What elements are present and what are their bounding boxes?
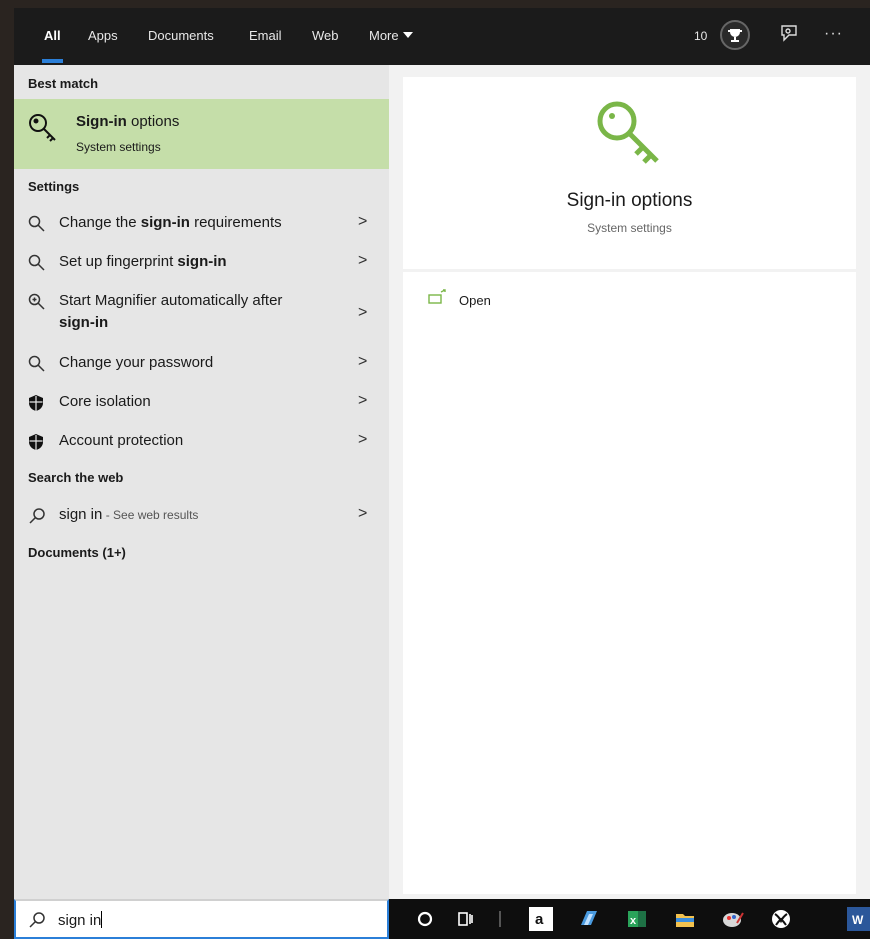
file-explorer-icon[interactable] <box>673 907 697 931</box>
taskbar-divider <box>499 911 501 927</box>
section-search-web: Search the web <box>28 470 124 485</box>
settings-item-label: Set up fingerprint sign-in <box>59 253 227 270</box>
settings-item-fingerprint[interactable]: Set up fingerprint sign-in > <box>14 243 389 282</box>
chevron-right-icon: > <box>358 392 368 409</box>
chevron-right-icon: > <box>358 353 368 370</box>
preview-panel: Sign-in options System settings Open <box>389 65 870 899</box>
settings-item-signin-requirements[interactable]: Change the sign-in requirements > <box>14 204 389 243</box>
chevron-right-icon: > <box>358 252 368 269</box>
svg-text:a: a <box>535 911 544 928</box>
preview-subtitle: System settings <box>587 221 672 235</box>
svg-text:x: x <box>630 915 637 927</box>
magnifier-zoom-icon <box>28 293 46 316</box>
results-panel: Best match Sign-in options System settin… <box>14 65 389 899</box>
settings-item-label: Account protection <box>59 432 184 449</box>
amazon-icon[interactable]: a <box>529 907 553 931</box>
tab-email[interactable]: Email <box>249 28 282 43</box>
settings-item-account-protection[interactable]: Account protection > <box>14 422 389 461</box>
search-icon <box>28 911 46 934</box>
settings-item-password[interactable]: Change your password > <box>14 344 389 383</box>
best-match-title: Sign-in options <box>76 113 180 130</box>
more-options-icon[interactable]: ··· <box>824 25 843 43</box>
chevron-right-icon: > <box>358 213 368 230</box>
svg-text:W: W <box>852 913 864 927</box>
chevron-right-icon: > <box>358 304 368 321</box>
key-icon <box>26 111 60 150</box>
feedback-icon[interactable] <box>779 24 799 49</box>
xbox-icon[interactable] <box>769 907 793 931</box>
key-icon <box>593 97 665 182</box>
magnifier-icon <box>28 215 46 238</box>
rewards-points: 10 <box>694 29 708 43</box>
cortana-icon[interactable] <box>413 907 437 931</box>
preview-card: Sign-in options System settings <box>403 77 856 269</box>
preview-actions: Open <box>403 272 856 894</box>
section-best-match: Best match <box>28 76 99 91</box>
tab-all[interactable]: All <box>42 28 63 63</box>
text-cursor <box>101 911 103 928</box>
magnifier-icon <box>28 355 46 378</box>
caret-down-icon <box>402 32 413 38</box>
best-match-subtitle: System settings <box>76 140 161 154</box>
word-icon[interactable]: W <box>847 907 870 931</box>
task-view-icon[interactable] <box>453 907 477 931</box>
tab-documents[interactable]: Documents <box>148 28 214 43</box>
tab-more-label: More <box>369 28 399 43</box>
search-input[interactable]: sign in <box>58 911 103 929</box>
preview-title: Sign-in options <box>566 190 693 211</box>
chevron-right-icon: > <box>358 505 368 522</box>
shield-icon <box>28 433 44 456</box>
section-documents[interactable]: Documents (1+) <box>28 545 126 560</box>
section-settings: Settings <box>28 179 80 194</box>
tab-web[interactable]: Web <box>312 28 339 43</box>
settings-item-label: Start Magnifier automatically after sign-… <box>59 292 283 331</box>
web-search-label: sign in - See web results <box>59 506 199 523</box>
app-blue-icon[interactable] <box>577 907 601 931</box>
search-icon <box>28 507 46 530</box>
excel-icon[interactable]: x <box>625 907 649 931</box>
tab-more[interactable]: More <box>369 28 413 43</box>
search-filter-bar: All Apps Documents Email Web More 10 ··· <box>14 8 870 65</box>
paint-icon[interactable] <box>721 907 745 931</box>
settings-item-label: Core isolation <box>59 393 151 410</box>
open-action-label[interactable]: Open <box>459 293 491 308</box>
settings-item-label: Change the sign-in requirements <box>59 214 282 231</box>
magnifier-icon <box>28 254 46 277</box>
tab-apps[interactable]: Apps <box>88 28 118 43</box>
best-match-item[interactable]: Sign-in options System settings <box>14 99 389 169</box>
settings-item-core-isolation[interactable]: Core isolation > <box>14 383 389 422</box>
web-search-item[interactable]: sign in - See web results > <box>14 496 389 535</box>
search-box[interactable]: sign in <box>14 899 389 939</box>
settings-item-label: Change your password <box>59 354 214 371</box>
settings-item-magnifier[interactable]: Start Magnifier automatically after sign-… <box>14 290 389 338</box>
shield-icon <box>28 394 44 417</box>
open-icon[interactable] <box>427 289 447 312</box>
rewards-trophy-icon[interactable] <box>720 20 750 50</box>
chevron-right-icon: > <box>358 431 368 448</box>
taskbar: a x W <box>389 899 870 939</box>
